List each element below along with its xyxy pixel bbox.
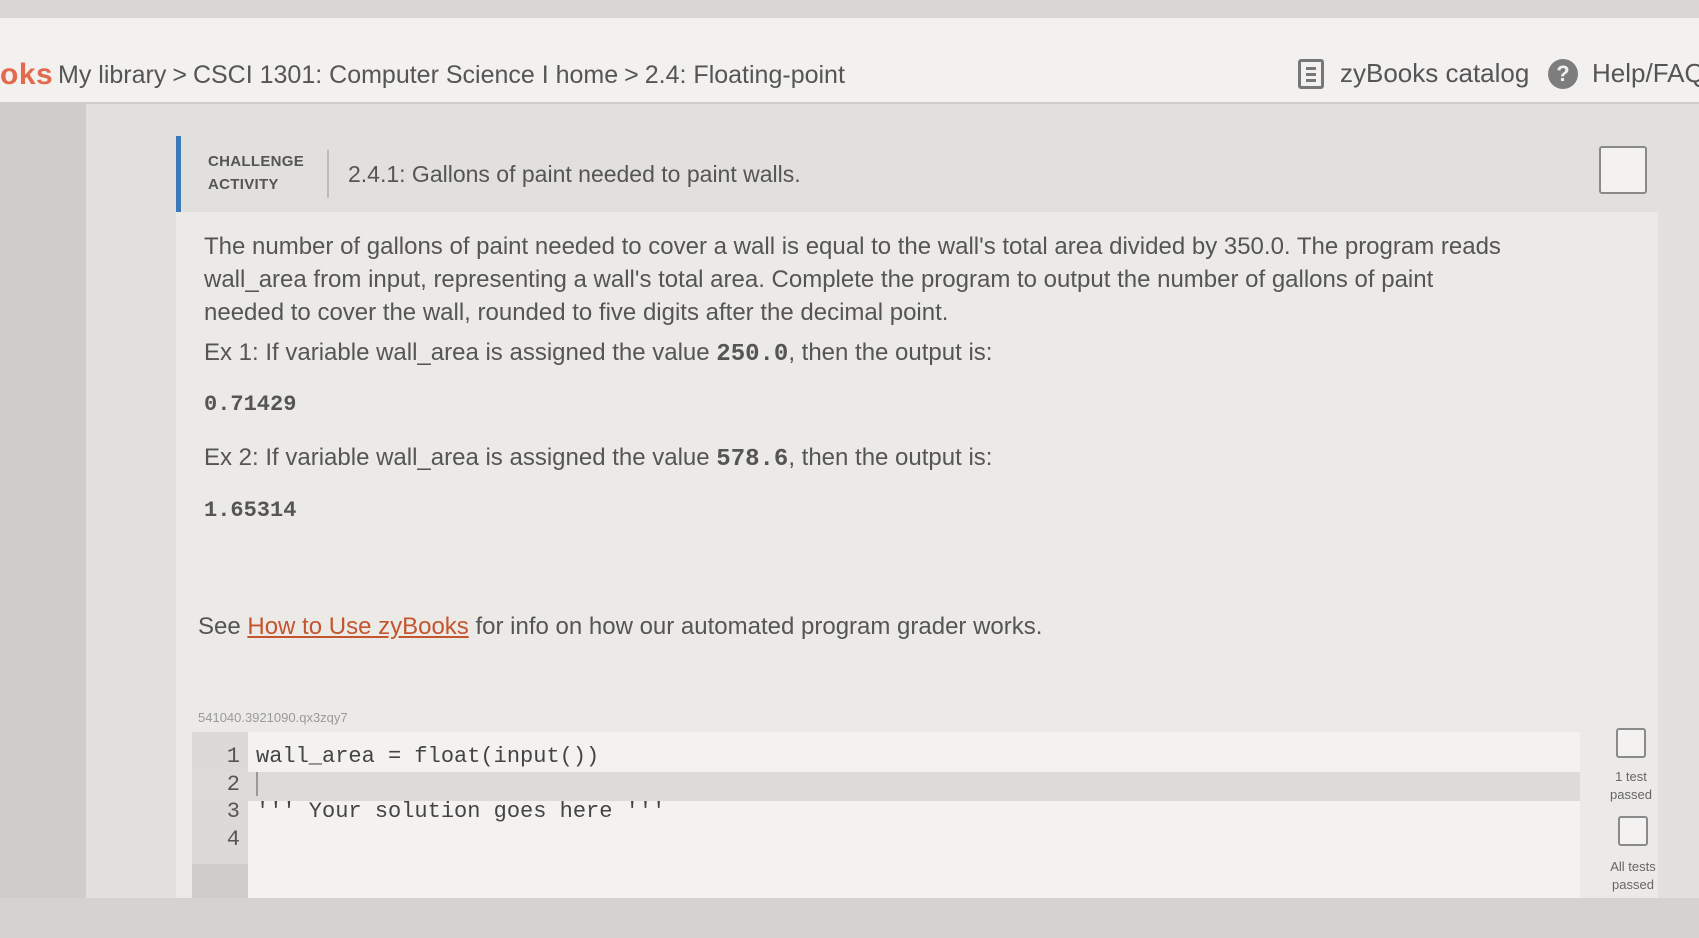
code-editor[interactable]: 1 wall_area = float(input()) 2 3 ''' You… — [192, 732, 1580, 898]
breadcrumb-separator: > — [624, 61, 639, 89]
help-label: Help/FAQ — [1592, 58, 1699, 88]
example-2-output: 1.65314 — [204, 498, 297, 523]
bottom-area — [0, 898, 1699, 938]
example-1-text: Ex 1: If variable wall_area is assigned … — [204, 339, 993, 368]
breadcrumb-separator: > — [172, 61, 187, 89]
code-line[interactable]: 1 wall_area = float(input()) — [192, 744, 1580, 773]
example-1-value: 250.0 — [716, 341, 789, 368]
catalog-label: zyBooks catalog — [1340, 58, 1530, 88]
breadcrumb: My library > CSCI 1301: Computer Science I… — [58, 61, 845, 90]
one-test-passed-indicator — [1616, 728, 1646, 758]
text-cursor[interactable] — [256, 772, 258, 797]
activity-header: CHALLENGE ACTIVITY 2.4.1: Gallons of pai… — [176, 136, 1663, 212]
gutter-footer — [192, 864, 248, 898]
zybooks-catalog-link[interactable]: zyBooks catalog — [1298, 58, 1529, 89]
breadcrumb-course-home[interactable]: CSCI 1301: Computer Science I home — [193, 61, 618, 89]
all-tests-passed-label: All tests passed — [1610, 859, 1656, 892]
activity-type-label: CHALLENGE ACTIVITY — [208, 153, 305, 193]
line-number: 4 — [226, 827, 240, 852]
completion-checkbox — [1599, 146, 1647, 194]
line-number: 1 — [226, 744, 240, 769]
one-test-passed-label: 1 test passed — [1610, 769, 1652, 802]
help-faq-link[interactable]: ? Help/FAQ — [1548, 58, 1699, 89]
breadcrumb-section: 2.4: Floating-point — [644, 61, 845, 89]
example-1-output: 0.71429 — [204, 392, 297, 417]
code-line[interactable]: 3 ''' Your solution goes here ''' — [192, 799, 1580, 828]
book-icon — [1298, 58, 1324, 89]
code-line-active[interactable]: 2 — [192, 772, 1580, 801]
code-line[interactable]: 4 — [192, 827, 1580, 856]
code-text[interactable]: wall_area = float(input()) — [256, 744, 599, 769]
all-tests-passed-indicator — [1618, 816, 1648, 846]
example-2-value: 578.6 — [716, 446, 789, 473]
zybooks-logo[interactable]: oks — [0, 58, 53, 92]
header-divider — [327, 150, 329, 198]
top-navigation-bar: oks My library > CSCI 1301: Computer Scien… — [0, 18, 1699, 104]
question-icon: ? — [1548, 58, 1578, 89]
activity-description: The number of gallons of paint needed to… — [204, 233, 1501, 326]
line-number: 2 — [226, 772, 240, 797]
left-margin — [0, 104, 86, 900]
line-number: 3 — [226, 799, 240, 824]
activity-title: 2.4.1: Gallons of paint needed to paint … — [348, 161, 801, 187]
challenge-activity-card: CHALLENGE ACTIVITY 2.4.1: Gallons of pai… — [176, 136, 1663, 898]
example-2-text: Ex 2: If variable wall_area is assigned … — [204, 444, 993, 473]
breadcrumb-my-library[interactable]: My library — [58, 61, 166, 89]
code-text[interactable]: ''' Your solution goes here ''' — [256, 799, 665, 824]
grader-info-text: See How to Use zyBooks for info on how o… — [198, 613, 1043, 640]
how-to-use-zybooks-link[interactable]: How to Use zyBooks — [247, 613, 468, 640]
activity-code-id: 541040.3921090.qx3zqy7 — [198, 710, 348, 725]
